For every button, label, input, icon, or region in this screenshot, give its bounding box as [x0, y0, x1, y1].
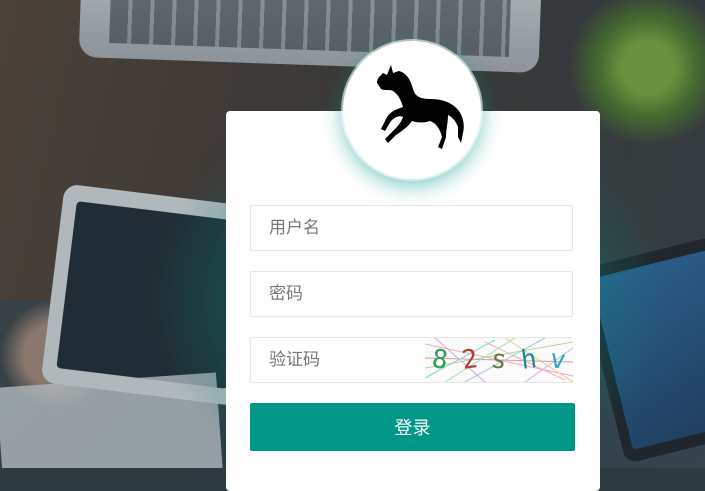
captcha-code: 82shv: [425, 338, 573, 382]
captcha-char: 2: [459, 344, 480, 376]
password-input[interactable]: [251, 272, 572, 316]
captcha-char: v: [548, 344, 569, 376]
captcha-char: h: [518, 344, 539, 376]
password-field[interactable]: [250, 271, 573, 317]
captcha-char: s: [489, 344, 509, 376]
captcha-char: 8: [429, 344, 450, 376]
logo-avatar: [343, 41, 481, 179]
captcha-image[interactable]: 82shv: [425, 338, 573, 382]
horse-icon: [377, 65, 464, 149]
login-button[interactable]: 登录: [250, 403, 575, 451]
username-field[interactable]: [250, 205, 573, 251]
username-input[interactable]: [251, 206, 572, 250]
